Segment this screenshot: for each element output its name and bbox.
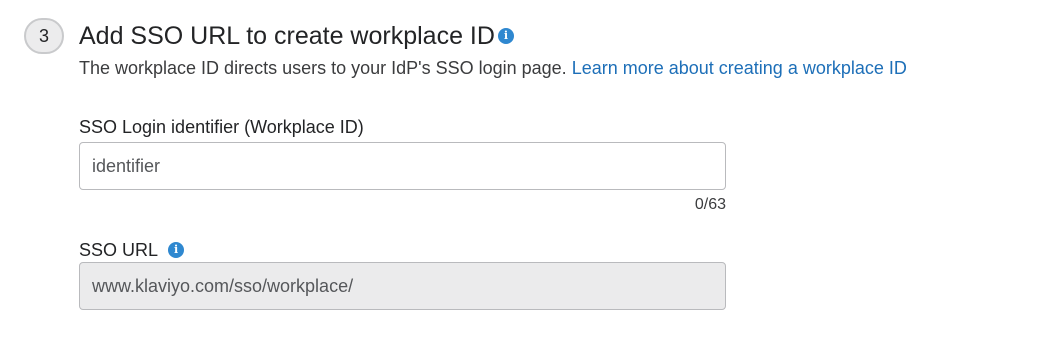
workplace-id-label-text: SSO Login identifier (Workplace ID) (79, 117, 364, 137)
section-description: The workplace ID directs users to your I… (79, 56, 907, 80)
section-title-text: Add SSO URL to create workplace ID (79, 22, 495, 50)
step-number-badge: 3 (24, 18, 64, 54)
description-text: The workplace ID directs users to your I… (79, 58, 567, 78)
section-title: Add SSO URL to create workplace ID i (79, 18, 514, 54)
step-number: 3 (38, 25, 49, 46)
workplace-id-label: SSO Login identifier (Workplace ID) (79, 115, 364, 139)
workplace-id-input[interactable] (79, 142, 726, 190)
sso-url-field (79, 262, 726, 310)
character-counter: 0/63 (694, 196, 726, 213)
learn-more-link[interactable]: Learn more about creating a workplace ID (572, 58, 907, 78)
sso-url-label-text: SSO URL (79, 240, 159, 260)
info-icon[interactable]: i (497, 28, 514, 44)
info-icon[interactable]: i (168, 242, 185, 258)
sso-url-label: SSO URL i (79, 238, 185, 262)
